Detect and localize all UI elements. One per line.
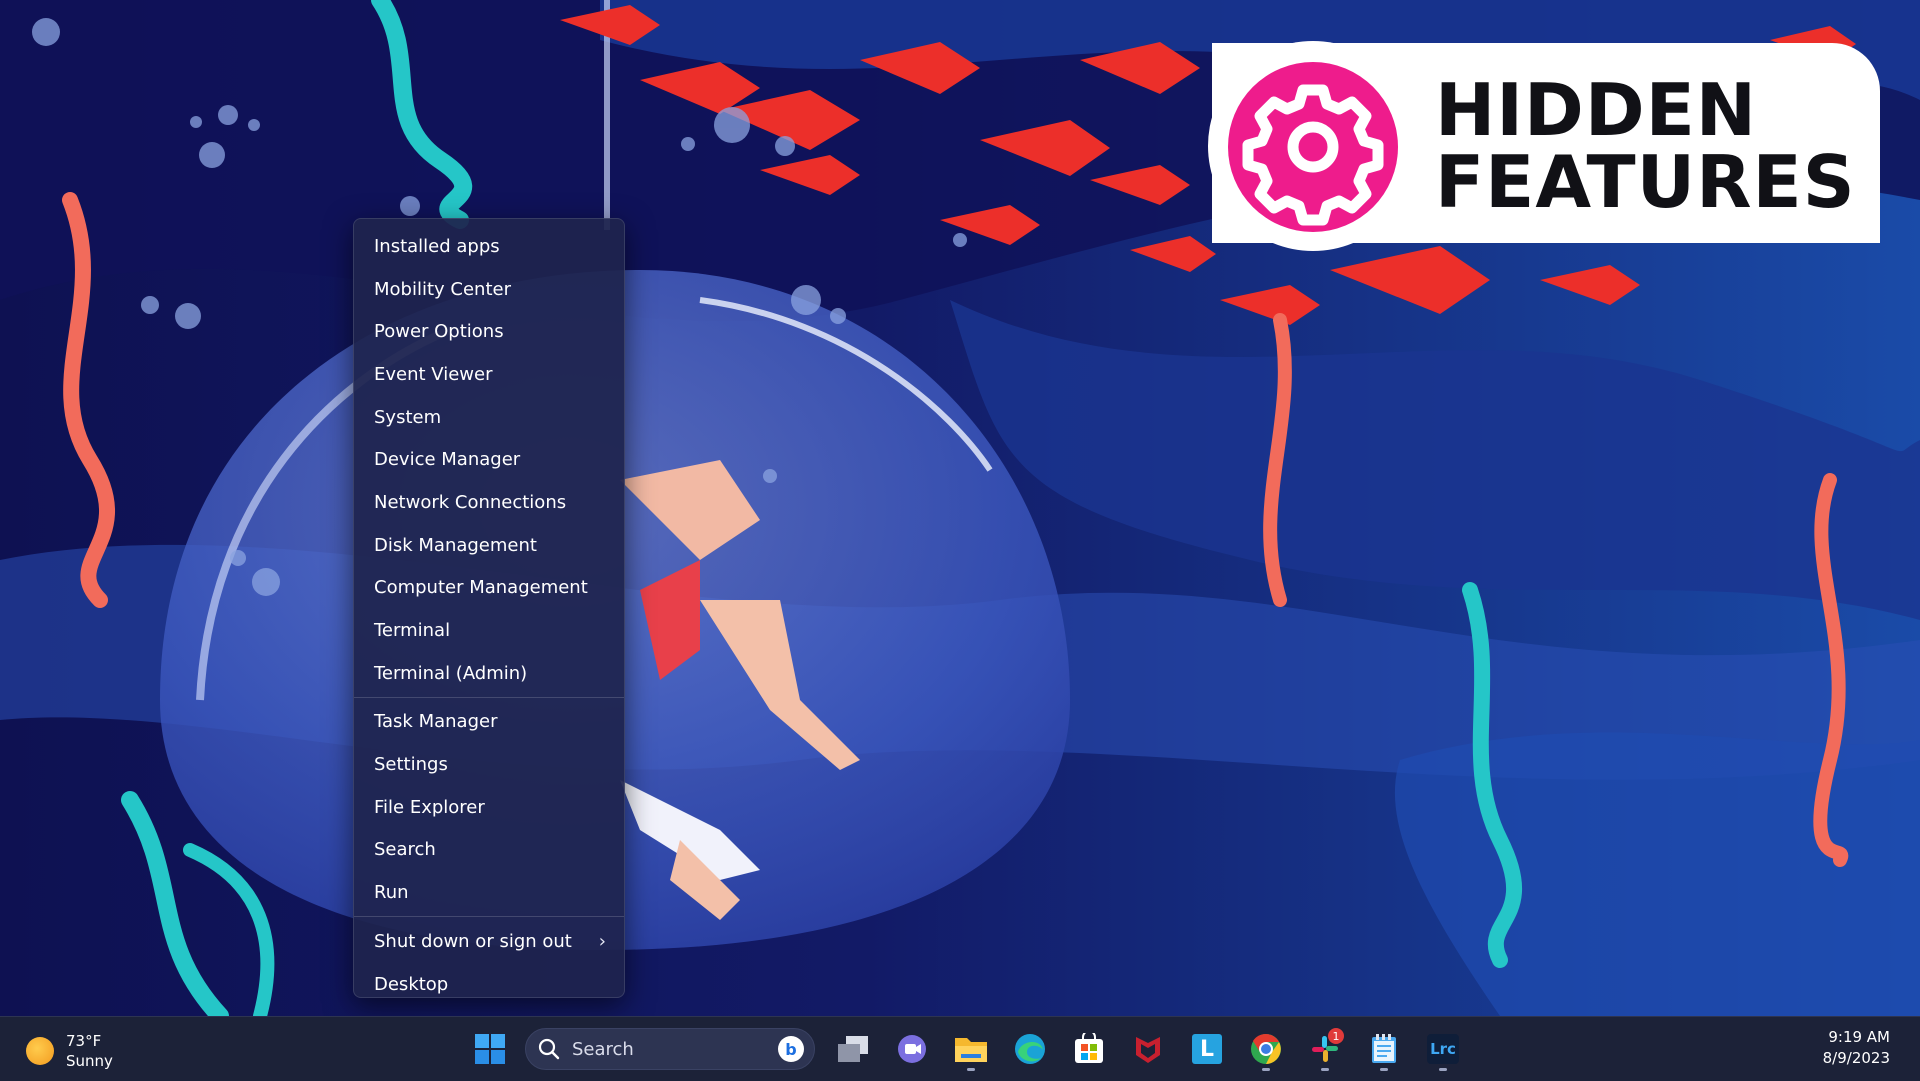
task-view-icon — [838, 1036, 868, 1062]
menu-item-label: Event Viewer — [374, 363, 493, 385]
menu-item-label: Terminal — [374, 620, 451, 642]
teams-chat-button[interactable] — [888, 1026, 936, 1072]
menu-item-label: Search — [374, 839, 436, 861]
running-indicator — [967, 1068, 975, 1071]
menu-item-terminal-admin[interactable]: Terminal (Admin) — [354, 652, 624, 695]
start-button[interactable] — [466, 1026, 514, 1072]
menu-item-label: System — [374, 406, 442, 428]
menu-item-label: File Explorer — [374, 796, 485, 818]
mcafee-icon — [1136, 1037, 1160, 1063]
menu-item-label: Computer Management — [374, 577, 588, 599]
edge-button[interactable] — [1006, 1026, 1054, 1072]
lightroom-classic-icon: Lrc — [1427, 1034, 1459, 1064]
taskbar-apps: Search b L 1 Lrc — [466, 1026, 1478, 1072]
sun-icon — [26, 1037, 54, 1065]
running-indicator — [1439, 1068, 1447, 1071]
weather-temperature: 73°F — [66, 1032, 102, 1050]
menu-item-system[interactable]: System — [354, 396, 624, 439]
menu-item-desktop[interactable]: Desktop — [354, 963, 624, 1006]
task-view-button[interactable] — [829, 1026, 877, 1072]
menu-item-label: Network Connections — [374, 491, 567, 513]
menu-item-label: Disk Management — [374, 534, 537, 556]
menu-item-settings[interactable]: Settings — [354, 743, 624, 786]
menu-item-label: Power Options — [374, 321, 504, 343]
clock-time: 9:19 AM — [1828, 1028, 1890, 1046]
edge-icon — [1015, 1034, 1045, 1064]
badge-title-line2: FEATURES — [1435, 140, 1856, 224]
chevron-right-icon: › — [598, 930, 606, 952]
system-clock[interactable]: 9:19 AM 8/9/2023 — [1823, 1027, 1890, 1069]
menu-item-label: Installed apps — [374, 235, 500, 257]
notepad-icon — [1372, 1034, 1396, 1063]
menu-separator — [354, 916, 624, 917]
lightroom-classic-button[interactable]: Lrc — [1419, 1026, 1467, 1072]
running-indicator — [1321, 1068, 1329, 1071]
menu-item-mobility-center[interactable]: Mobility Center — [354, 268, 624, 311]
menu-item-label: Desktop — [374, 973, 449, 995]
winx-context-menu: Installed apps Mobility Center Power Opt… — [353, 218, 625, 998]
menu-item-search[interactable]: Search — [354, 829, 624, 872]
menu-item-task-manager[interactable]: Task Manager — [354, 701, 624, 744]
menu-item-label: Task Manager — [374, 711, 498, 733]
slack-button[interactable]: 1 — [1301, 1026, 1349, 1072]
menu-item-file-explorer[interactable]: File Explorer — [354, 786, 624, 829]
mcafee-button[interactable] — [1124, 1026, 1172, 1072]
menu-item-device-manager[interactable]: Device Manager — [354, 438, 624, 481]
chrome-button[interactable] — [1242, 1026, 1290, 1072]
menu-item-label: Shut down or sign out — [374, 930, 572, 952]
menu-item-label: Settings — [374, 754, 448, 776]
menu-item-label: Terminal (Admin) — [374, 662, 528, 684]
badge-title: HIDDEN FEATURES — [1435, 74, 1856, 218]
menu-item-shut-down-or-sign-out[interactable]: Shut down or sign out › — [354, 920, 624, 963]
l-app-button[interactable]: L — [1183, 1026, 1231, 1072]
running-indicator — [1380, 1068, 1388, 1071]
menu-item-installed-apps[interactable]: Installed apps — [354, 225, 624, 268]
menu-item-label: Run — [374, 882, 409, 904]
file-explorer-button[interactable] — [947, 1026, 995, 1072]
search-icon — [538, 1038, 560, 1060]
menu-item-run[interactable]: Run — [354, 871, 624, 914]
teams-chat-icon — [898, 1035, 926, 1063]
menu-item-disk-management[interactable]: Disk Management — [354, 524, 624, 567]
clock-date: 8/9/2023 — [1822, 1049, 1890, 1067]
chrome-icon — [1251, 1033, 1281, 1064]
weather-widget[interactable]: 73°F Sunny — [26, 1031, 113, 1071]
menu-item-terminal[interactable]: Terminal — [354, 609, 624, 652]
menu-item-label: Device Manager — [374, 449, 521, 471]
running-indicator — [1262, 1068, 1270, 1071]
l-app-icon: L — [1192, 1034, 1222, 1064]
search-placeholder: Search — [572, 1038, 634, 1060]
menu-item-event-viewer[interactable]: Event Viewer — [354, 353, 624, 396]
taskbar-search-box[interactable]: Search b — [525, 1028, 815, 1070]
menu-item-label: Mobility Center — [374, 278, 511, 300]
bing-icon[interactable]: b — [778, 1036, 804, 1062]
menu-item-power-options[interactable]: Power Options — [354, 310, 624, 353]
badge-title-line1: HIDDEN — [1435, 68, 1758, 152]
menu-item-network-connections[interactable]: Network Connections — [354, 481, 624, 524]
weather-condition: Sunny — [66, 1052, 113, 1070]
gear-icon — [1228, 62, 1398, 232]
menu-separator — [354, 696, 624, 698]
notification-badge: 1 — [1328, 1028, 1344, 1044]
taskbar: 73°F Sunny Search b L 1 Lrc 9:19 AM 8/9/… — [0, 1016, 1920, 1081]
menu-item-computer-management[interactable]: Computer Management — [354, 567, 624, 610]
start-icon — [475, 1034, 505, 1064]
file-explorer-icon — [955, 1038, 987, 1062]
store-icon — [1075, 1033, 1103, 1063]
notepad-button[interactable] — [1360, 1026, 1408, 1072]
store-button[interactable] — [1065, 1026, 1113, 1072]
